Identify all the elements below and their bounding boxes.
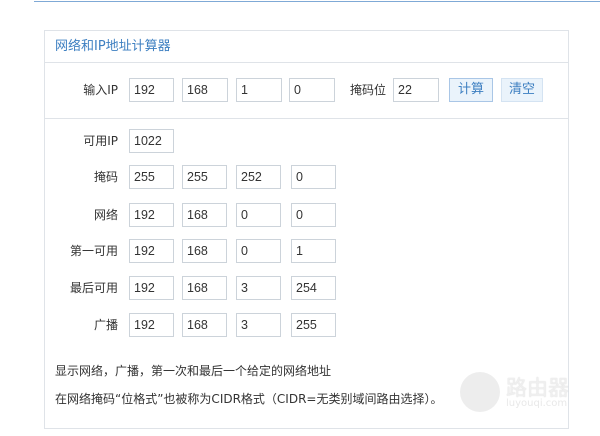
- result-row-first-usable: 第一可用 192 168 0 1: [45, 239, 568, 265]
- available-ip-label: 可用IP: [83, 134, 118, 148]
- result-row-network: 网络 192 168 0 0: [45, 203, 568, 229]
- router-icon: [460, 372, 500, 412]
- note-2: 在网络掩码“位格式”也被称为CIDR格式（CIDR=无类别域间路由选择）。: [55, 392, 443, 406]
- watermark-url: luyouqi.com: [506, 398, 568, 409]
- calculate-button[interactable]: 计算: [449, 78, 493, 102]
- network-field-4[interactable]: 0: [291, 203, 336, 227]
- available-ip-field-1[interactable]: 1022: [129, 129, 174, 153]
- network-field-2[interactable]: 168: [182, 203, 227, 227]
- broadcast-field-1[interactable]: 192: [129, 313, 174, 337]
- last-usable-field-3[interactable]: 3: [236, 276, 281, 300]
- network-label: 网络: [93, 208, 118, 222]
- top-divider: [34, 1, 600, 2]
- ip-octet-2-input[interactable]: 168: [182, 78, 228, 102]
- result-row-mask: 掩码 255 255 252 0: [45, 165, 568, 191]
- input-ip-label: 输入IP: [83, 83, 118, 97]
- clear-button[interactable]: 清空: [501, 78, 543, 102]
- first-usable-field-2[interactable]: 168: [182, 239, 227, 263]
- mask-bits-label: 掩码位: [349, 83, 386, 97]
- mask-field-3[interactable]: 252: [236, 165, 281, 189]
- note-1: 显示网络，广播，第一次和最后一个给定的网络地址: [55, 364, 332, 378]
- ip-octet-3-input[interactable]: 1: [236, 78, 282, 102]
- broadcast-field-3[interactable]: 3: [236, 313, 281, 337]
- divider: [45, 118, 568, 119]
- mask-field-4[interactable]: 0: [291, 165, 336, 189]
- result-row-available-ip: 可用IP 1022: [45, 129, 568, 155]
- result-row-last-usable: 最后可用 192 168 3 254: [45, 276, 568, 302]
- ip-octet-1-input[interactable]: 192: [129, 78, 174, 102]
- panel-title: 网络和IP地址计算器: [45, 31, 568, 63]
- network-field-3[interactable]: 0: [236, 203, 281, 227]
- broadcast-field-4[interactable]: 255: [291, 313, 336, 337]
- last-usable-field-2[interactable]: 168: [182, 276, 227, 300]
- last-usable-field-1[interactable]: 192: [129, 276, 174, 300]
- broadcast-label: 广播: [93, 318, 118, 332]
- ip-calculator-panel: 网络和IP地址计算器 输入IP 192 168 1 0 掩码位 22 计算 清空…: [44, 30, 569, 429]
- first-usable-field-3[interactable]: 0: [236, 239, 281, 263]
- broadcast-field-2[interactable]: 168: [182, 313, 227, 337]
- last-usable-label: 最后可用: [69, 281, 118, 295]
- network-field-1[interactable]: 192: [129, 203, 174, 227]
- first-usable-label: 第一可用: [69, 244, 118, 258]
- last-usable-field-4[interactable]: 254: [291, 276, 336, 300]
- mask-bits-input[interactable]: 22: [393, 78, 439, 102]
- result-row-broadcast: 广播 192 168 3 255: [45, 313, 568, 339]
- first-usable-field-1[interactable]: 192: [129, 239, 174, 263]
- mask-label: 掩码: [93, 170, 118, 184]
- first-usable-field-4[interactable]: 1: [291, 239, 336, 263]
- mask-field-1[interactable]: 255: [129, 165, 174, 189]
- mask-field-2[interactable]: 255: [182, 165, 227, 189]
- input-row: 输入IP 192 168 1 0 掩码位 22 计算 清空: [45, 78, 568, 104]
